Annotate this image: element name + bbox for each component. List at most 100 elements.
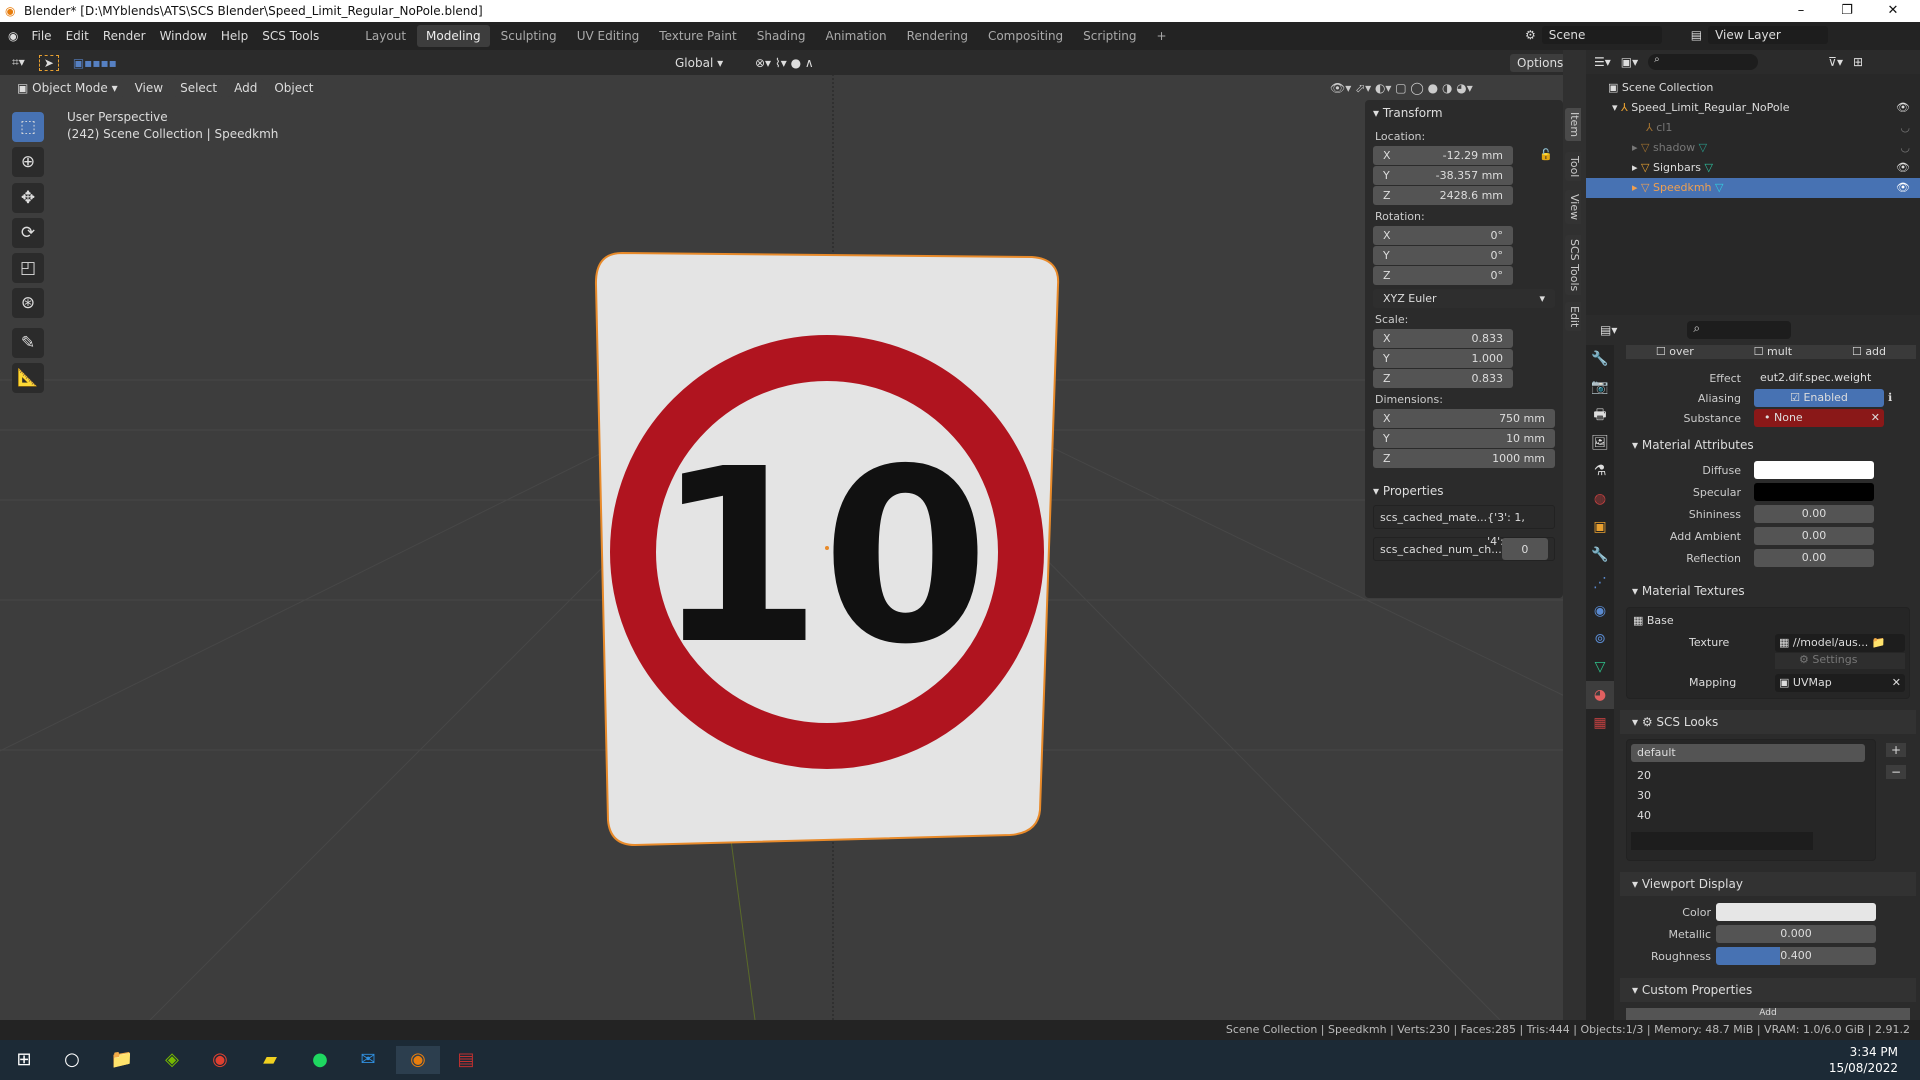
nvidia-icon[interactable]: ◈ — [158, 1046, 186, 1074]
look-item[interactable]: 40 — [1627, 806, 1875, 826]
tab-rendering[interactable]: Rendering — [898, 25, 977, 47]
minimize-button[interactable]: – — [1778, 0, 1824, 22]
tab-item[interactable]: Item — [1565, 108, 1581, 142]
look-item[interactable]: 20 — [1627, 766, 1875, 786]
scene-icon[interactable]: ⚙ — [1525, 28, 1536, 42]
material-textures-header[interactable]: ▾ Material Textures — [1620, 579, 1916, 603]
texture-settings[interactable]: ⚙ Settings — [1775, 653, 1905, 669]
options-button[interactable]: Options — [1510, 53, 1563, 72]
diffuse-color[interactable] — [1754, 461, 1874, 479]
file-explorer-icon[interactable]: 📁 — [108, 1046, 136, 1074]
annotate-tool-icon[interactable]: ✎ — [12, 328, 44, 358]
orientation-dropdown[interactable]: Global ▾ — [668, 53, 731, 72]
scale-tool-icon[interactable]: ◰ — [12, 253, 44, 283]
blender-taskbar-icon[interactable]: ◉ — [396, 1046, 440, 1074]
metallic-field[interactable]: 0.000 — [1716, 925, 1876, 943]
sticky-notes-icon[interactable]: ▰ — [256, 1046, 284, 1074]
look-item[interactable]: 30 — [1627, 786, 1875, 806]
pivot-icon[interactable]: ⊗▾ ⌇▾ ● ∧ — [755, 56, 814, 70]
custom-prop-cached-mate[interactable]: scs_cached_mate... {'3': 1, '4':... — [1373, 505, 1555, 548]
tab-scs-tools[interactable]: SCS Tools — [1565, 235, 1581, 296]
shading-mode-icons[interactable]: 👁▾ ⬀▾ ◐▾ ▢ ◯ ● ◑ ◕▾ — [1330, 81, 1473, 95]
looks-filter-input[interactable] — [1631, 832, 1813, 850]
tab-uv-editing[interactable]: UV Editing — [568, 25, 649, 47]
texture-tab-icon[interactable]: ▦ — [1586, 709, 1614, 737]
outliner-item[interactable]: ⅄ cl1 ◡ — [1586, 118, 1920, 138]
menu-edit[interactable]: Edit — [59, 29, 96, 43]
add-property-button[interactable]: Add — [1626, 1008, 1910, 1020]
outliner-search[interactable]: ⌕ — [1648, 54, 1759, 70]
shininess-field[interactable]: 0.00 — [1754, 505, 1874, 523]
blender-menu-icon[interactable]: ◉ — [8, 29, 18, 43]
material-attributes-header[interactable]: ▾ Material Attributes — [1620, 433, 1916, 457]
location-z[interactable]: Z 2428.6 mm — [1373, 186, 1513, 205]
material-tab-icon[interactable]: ◕ — [1586, 681, 1614, 709]
physics-tab-icon[interactable]: ◉ — [1586, 597, 1614, 625]
clock[interactable]: 3:34 PM 15/08/2022 — [1829, 1044, 1898, 1076]
scene-tab-icon[interactable]: ⚗ — [1586, 457, 1614, 485]
maximize-button[interactable]: ❐ — [1824, 0, 1870, 22]
tab-tool[interactable]: Tool — [1565, 152, 1581, 182]
tab-edit[interactable]: Edit — [1565, 302, 1581, 332]
select-box-tool-icon[interactable]: ⬚ — [12, 112, 44, 142]
tab-animation[interactable]: Animation — [816, 25, 895, 47]
search-circle-icon[interactable]: ○ — [58, 1046, 86, 1074]
outliner-scene-collection[interactable]: ▣ Scene Collection — [1586, 78, 1920, 98]
move-tool-icon[interactable]: ✥ — [12, 183, 44, 213]
properties-header[interactable]: ▾ Properties — [1365, 478, 1563, 504]
selection-mode-icons[interactable]: ▣▪▪▪▪ — [73, 56, 117, 70]
filter-view-icon[interactable]: ▣▾ — [1621, 55, 1638, 69]
rotate-tool-icon[interactable]: ⟳ — [12, 218, 44, 248]
flag-mult[interactable]: ☐ mult — [1754, 345, 1792, 359]
flag-add[interactable]: ☐ add — [1852, 345, 1886, 359]
3d-viewport[interactable]: ⌗▾ ➤ ▣▪▪▪▪ Global ▾ ⊗▾ ⌇▾ ● ∧ Options ▣ … — [0, 50, 1563, 1020]
menu-select[interactable]: Select — [173, 78, 225, 97]
scale-x[interactable]: X 0.833 — [1373, 329, 1513, 348]
scene-selector[interactable]: Scene — [1541, 26, 1662, 44]
info-icon[interactable]: ℹ — [1888, 391, 1892, 404]
menu-render[interactable]: Render — [96, 29, 153, 43]
select-tool-icon[interactable]: ➤ — [38, 54, 59, 71]
properties-search[interactable]: ⌕ — [1687, 321, 1792, 339]
mode-selector[interactable]: ▣ Object Mode ▾ — [10, 78, 125, 97]
scale-y[interactable]: Y 1.000 — [1373, 349, 1513, 368]
dimension-z[interactable]: Z 1000 mm — [1373, 449, 1555, 468]
display-mode-icon[interactable]: ☰▾ — [1594, 55, 1611, 69]
location-y[interactable]: Y -38.357 mm — [1373, 166, 1513, 185]
rotation-y[interactable]: Y 0° — [1373, 246, 1513, 265]
location-x[interactable]: X -12.29 mm — [1373, 146, 1513, 165]
mapping-field[interactable]: ▣ UVMap ✕ — [1775, 674, 1905, 692]
viewport-color[interactable] — [1716, 903, 1876, 921]
menu-object[interactable]: Object — [267, 78, 321, 97]
menu-view[interactable]: View — [127, 78, 171, 97]
view-layer-selector[interactable]: View Layer — [1708, 26, 1829, 44]
dimension-y[interactable]: Y 10 mm — [1373, 429, 1555, 448]
viewport-display-header[interactable]: ▾ Viewport Display — [1620, 872, 1916, 896]
constraints-tab-icon[interactable]: ⊚ — [1586, 625, 1614, 653]
data-tab-icon[interactable]: ▽ — [1586, 653, 1614, 681]
winrar-icon[interactable]: ▤ — [452, 1046, 480, 1074]
cursor-tool-icon[interactable]: ⊕ — [12, 147, 44, 177]
add-ambient-field[interactable]: 0.00 — [1754, 527, 1874, 545]
lock-icon[interactable]: 🔓 — [1539, 148, 1553, 161]
world-tab-icon[interactable]: ◍ — [1586, 485, 1614, 513]
menu-add[interactable]: Add — [227, 78, 265, 97]
outliner-item-selected[interactable]: ▸ ▽ Speedkmh ▽ 👁 — [1586, 178, 1920, 198]
output-tab-icon[interactable]: 🖶 — [1586, 401, 1614, 429]
mail-icon[interactable]: ✉ — [354, 1046, 382, 1074]
outliner-item[interactable]: ▾ ⅄ Speed_Limit_Regular_NoPole 👁 — [1586, 98, 1920, 118]
close-button[interactable]: ✕ — [1870, 0, 1916, 22]
substance-selector[interactable]: • None ✕ — [1754, 409, 1884, 427]
reflection-field[interactable]: 0.00 — [1754, 549, 1874, 567]
tab-texture-paint[interactable]: Texture Paint — [650, 25, 745, 47]
rotation-x[interactable]: X 0° — [1373, 226, 1513, 245]
dimension-x[interactable]: X 750 mm — [1373, 409, 1555, 428]
add-look-button[interactable]: + — [1886, 743, 1906, 757]
menu-scs-tools[interactable]: SCS Tools — [255, 29, 326, 43]
view-layer-tab-icon[interactable]: 🖼 — [1586, 429, 1614, 457]
render-tab-icon[interactable]: 📷 — [1586, 373, 1614, 401]
speed-limit-sign[interactable]: 10 — [590, 245, 1070, 855]
tab-view[interactable]: View — [1565, 190, 1581, 225]
tool-tab-icon[interactable]: 🔧 — [1586, 345, 1614, 373]
transform-tool-icon[interactable]: ⊛ — [12, 288, 44, 318]
